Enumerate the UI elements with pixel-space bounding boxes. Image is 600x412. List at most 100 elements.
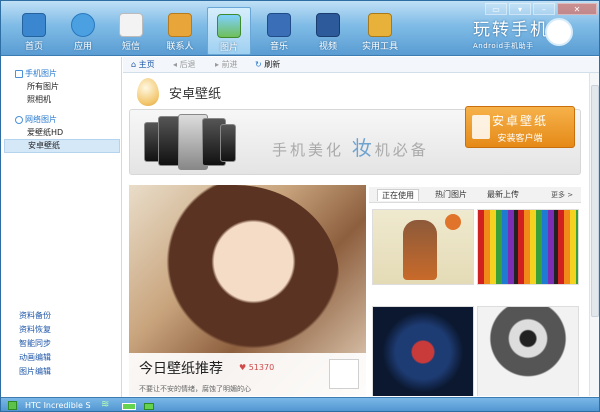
tool-backup[interactable]: 资料备份 [19,310,51,321]
minimize-button[interactable]: – [533,3,555,15]
brand: 玩转手机 Android手机助手 [473,15,549,51]
wallpaper-thumb-basketball[interactable] [372,209,474,285]
nav-label: 视频 [318,42,337,52]
home-label: 主页 [138,60,155,69]
nav-label: 联系人 [166,42,194,52]
pictures-icon [217,14,241,38]
slogan-part: 机必备 [374,141,429,159]
nav-label: 首页 [24,42,43,52]
toolbox-icon [368,13,392,37]
apps-icon [71,13,95,37]
status-bar: HTC Incredible S ≋ [1,397,599,411]
nav-contacts[interactable]: 联系人 [158,7,202,55]
featured-title: 今日壁纸推荐 [139,361,223,377]
download-arrow-icon [472,115,490,139]
tool-sync[interactable]: 智能同步 [19,338,51,349]
like-count[interactable]: ♥ 51370 [239,363,274,372]
home-button[interactable]: ⌂ 主页 [131,59,155,70]
brand-logo-icon [545,18,573,46]
nav-label: 图片 [219,43,238,53]
nav-home[interactable]: 首页 [12,7,56,55]
featured-description: 不要让不安的情绪，腐蚀了明媚的心 [139,385,251,393]
skin-button[interactable]: ▾ [509,3,531,15]
wallpaper-thumb-girl[interactable] [477,306,579,396]
like-value: 51370 [248,363,275,372]
sidebar: 手机图片 所有图片 照相机 网络图片 爱壁纸HD 安卓壁纸 资料备份 资料恢复 … [1,57,122,397]
nav-pictures[interactable]: 图片 [207,7,251,55]
menu-button[interactable]: ▭ [485,3,507,15]
device-name[interactable]: HTC Incredible S [25,401,91,410]
scrollbar-thumb[interactable] [591,85,599,317]
globe-icon [15,115,23,124]
house-icon: ⌂ [131,60,137,69]
sidebar-item-aibizhi-hd[interactable]: 爱壁纸HD [27,127,63,138]
tab-latest[interactable]: 最新上传 [483,189,523,201]
featured-card: 今日壁纸推荐 ♥ 51370 不要让不安的情绪，腐蚀了明媚的心 [129,353,366,396]
tool-animation-edit[interactable]: 动画编辑 [19,352,51,363]
sidebar-group-phone-pictures[interactable]: 手机图片 [15,68,57,79]
nav-label: 应用 [73,42,92,52]
main-content: 安卓壁纸 手机美化 妆机必备 安卓壁纸 安装客户端 今日壁纸推荐 ♥ 51370… [123,73,589,396]
forward-label: 前进 [221,60,238,69]
top-nav-bar: 首页 应用 短信 联系人 图片 音乐 视频 实用工具 ▭ ▾ – ✕ 玩转手机 … [1,1,599,56]
more-link[interactable]: 更多 > [551,190,573,200]
sidebar-item-android-wallpaper[interactable]: 安卓壁纸 [4,139,120,153]
nav-sms[interactable]: 短信 [109,7,153,55]
home-icon [22,13,46,37]
featured-next-button[interactable] [329,359,359,389]
app-window: 首页 应用 短信 联系人 图片 音乐 视频 实用工具 ▭ ▾ – ✕ 玩转手机 … [0,0,600,412]
close-button[interactable]: ✕ [557,3,597,15]
banner-slogan: 手机美化 妆机必备 [272,132,429,161]
back-arrow-icon: ◂ [173,60,178,69]
sidebar-group-label: 网络图片 [25,115,57,124]
wallpaper-thumb-spiderman[interactable] [372,306,474,396]
forward-arrow-icon: ▸ [215,60,220,69]
install-client-button[interactable]: 安卓壁纸 安装客户端 [465,106,575,148]
refresh-label: 刷新 [264,60,281,69]
contacts-icon [168,13,192,37]
back-label: 后退 [179,60,196,69]
refresh-button[interactable]: ↻ 刷新 [255,59,280,70]
tool-restore[interactable]: 资料恢复 [19,324,51,335]
video-icon [316,13,340,37]
nav-label: 音乐 [269,42,288,52]
nav-apps[interactable]: 应用 [61,7,105,55]
promo-banner[interactable]: 手机美化 妆机必备 安卓壁纸 安装客户端 [129,106,581,175]
nav-label: 实用工具 [361,42,398,52]
tab-hot[interactable]: 热门图片 [431,189,471,201]
sidebar-item-all-pictures[interactable]: 所有图片 [27,81,59,92]
brand-title: 玩转手机 [473,20,549,40]
sidebar-group-online-pictures[interactable]: 网络图片 [15,114,57,125]
slogan-part: 手机美化 [272,141,345,159]
sms-icon [119,13,143,37]
tab-in-use[interactable]: 正在使用 [377,189,419,201]
egg-logo-icon [137,78,159,106]
battery-icon [144,403,154,410]
browser-toolbar: ⌂ 主页 ◂ 后退 ▸ 前进 ↻ 刷新 [123,57,599,73]
sidebar-item-camera[interactable]: 照相机 [27,94,51,105]
featured-photo [149,185,339,355]
vertical-scrollbar[interactable] [589,73,599,396]
wallpaper-tabs: 正在使用 热门图片 最新上传 更多 > [369,187,581,203]
sidebar-group-label: 手机图片 [25,69,57,78]
music-icon [267,13,291,37]
wifi-icon: ≋ [101,399,110,410]
nav-tools[interactable]: 实用工具 [355,7,405,55]
heart-icon: ♥ [239,363,247,372]
connected-check-icon [8,401,17,410]
refresh-icon: ↻ [255,60,262,69]
forward-button[interactable]: ▸ 前进 [215,59,238,70]
phones-illustration-icon [144,114,236,172]
brand-subtitle: Android手机助手 [473,42,534,50]
nav-music[interactable]: 音乐 [257,7,301,55]
phone-icon [15,69,23,78]
storage-icon [122,403,136,410]
slogan-highlight: 妆 [351,136,375,160]
back-button[interactable]: ◂ 后退 [173,59,196,70]
featured-wallpaper[interactable]: 今日壁纸推荐 ♥ 51370 不要让不安的情绪，腐蚀了明媚的心 [129,185,366,396]
nav-video[interactable]: 视频 [306,7,350,55]
nav-label: 短信 [121,42,140,52]
page-title: 安卓壁纸 [169,87,222,102]
wallpaper-thumb-stripes[interactable] [477,209,579,285]
tool-image-edit[interactable]: 图片编辑 [19,366,51,377]
